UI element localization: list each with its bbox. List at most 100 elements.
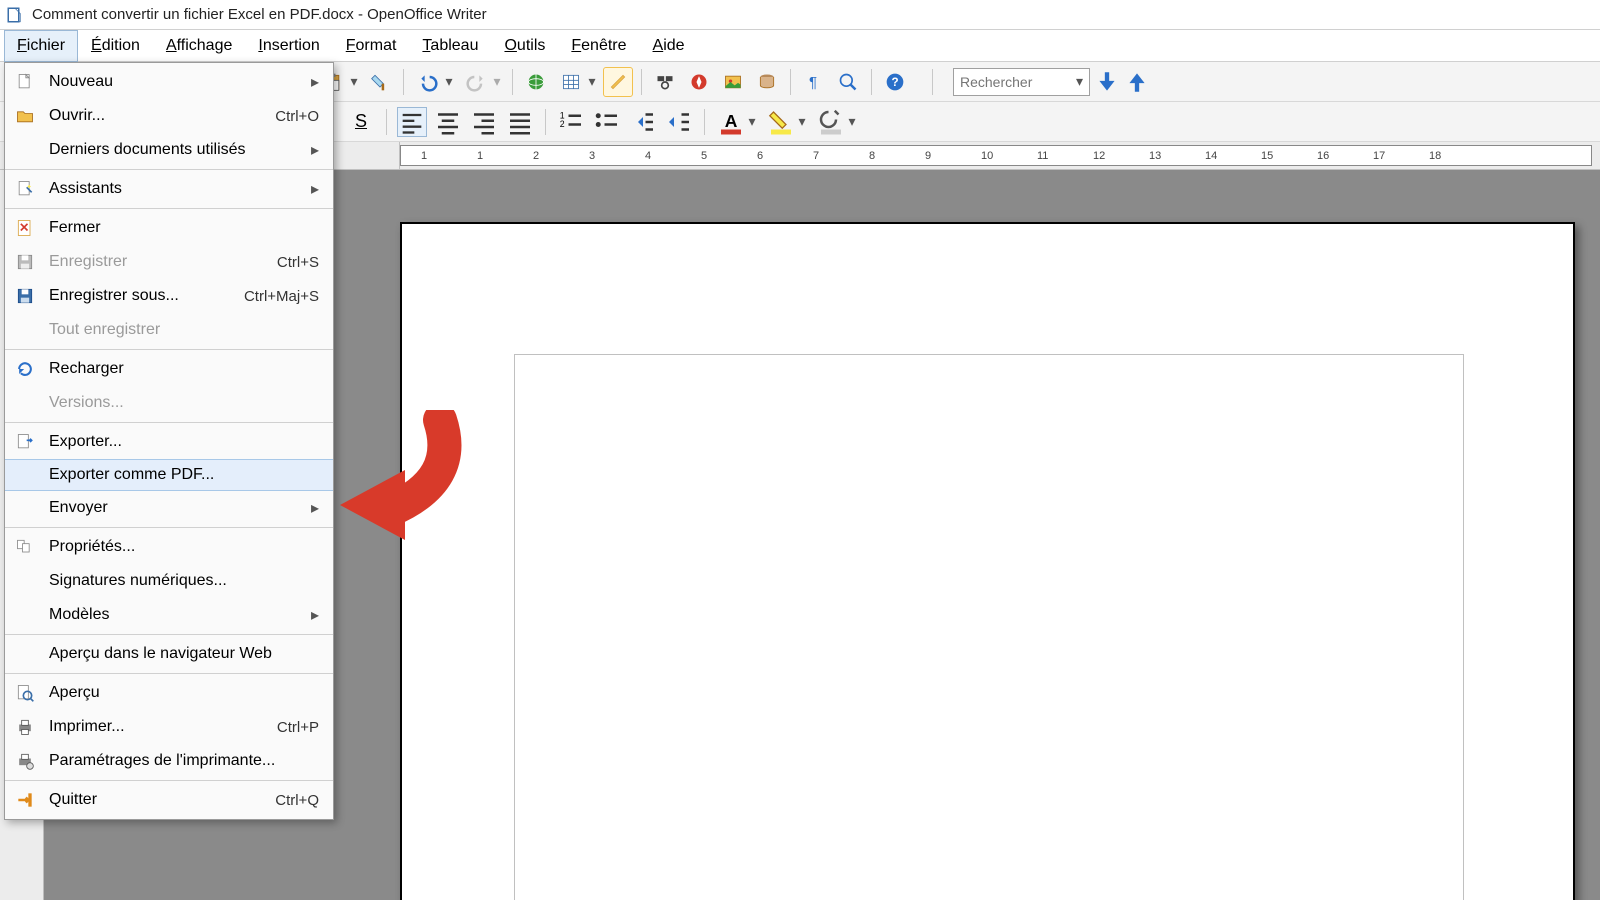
ruler-tick: 1: [421, 150, 427, 162]
increase-indent-button[interactable]: [664, 107, 694, 137]
background-color-button[interactable]: ▾: [815, 106, 859, 138]
help-icon[interactable]: ?: [880, 67, 910, 97]
ruler-tick: 4: [645, 150, 651, 162]
file-menu-item[interactable]: Aperçu dans le navigateur Web: [5, 637, 333, 671]
file-menu-item[interactable]: Fermer: [5, 211, 333, 245]
data-sources-icon[interactable]: [752, 67, 782, 97]
ruler-tick: 7: [813, 150, 819, 162]
ruler-tick: 2: [533, 150, 539, 162]
ruler-tick: 5: [701, 150, 707, 162]
save-as-icon: [13, 284, 37, 308]
new-icon: [13, 70, 37, 94]
file-menu-item[interactable]: Aperçu: [5, 676, 333, 710]
menu-format[interactable]: Format: [333, 30, 410, 62]
menu-insertion[interactable]: Insertion: [245, 30, 332, 62]
menu-item-label: Exporter comme PDF...: [49, 466, 319, 484]
blank-icon: [13, 463, 37, 487]
redo-button[interactable]: ▾: [460, 66, 504, 98]
file-menu-item[interactable]: Paramétrages de l'imprimante...: [5, 744, 333, 778]
format-paintbrush-icon[interactable]: [365, 67, 395, 97]
find-next-up-icon[interactable]: [1124, 69, 1150, 95]
menu-item-shortcut: Ctrl+Maj+S: [244, 288, 319, 305]
reload-icon: [13, 357, 37, 381]
menu-item-label: Enregistrer sous...: [49, 287, 232, 305]
file-menu-item[interactable]: Ouvrir...Ctrl+O: [5, 99, 333, 133]
printer-settings-icon: [13, 749, 37, 773]
submenu-arrow-icon: ▸: [311, 605, 319, 625]
menu-affichage[interactable]: Affichage: [153, 30, 245, 62]
zoom-icon[interactable]: [833, 67, 863, 97]
submenu-arrow-icon: ▸: [311, 179, 319, 199]
file-menu-item[interactable]: Derniers documents utilisés▸: [5, 133, 333, 167]
navigator-icon[interactable]: [684, 67, 714, 97]
window-title: Comment convertir un fichier Excel en PD…: [32, 6, 487, 23]
svg-text:¶: ¶: [809, 74, 817, 91]
menu-item-label: Aperçu dans le navigateur Web: [49, 645, 319, 663]
bullet-list-button[interactable]: [592, 107, 622, 137]
file-menu-item[interactable]: Signatures numériques...: [5, 564, 333, 598]
file-menu-item[interactable]: Assistants▸: [5, 172, 333, 206]
decrease-indent-button[interactable]: [628, 107, 658, 137]
menu-fenêtre[interactable]: Fenêtre: [558, 30, 639, 62]
separator: [545, 109, 546, 135]
align-center-button[interactable]: [433, 107, 463, 137]
file-menu-item[interactable]: Propriétés...: [5, 530, 333, 564]
hyperlink-icon[interactable]: [521, 67, 551, 97]
align-left-button[interactable]: [397, 107, 427, 137]
menu-outils[interactable]: Outils: [491, 30, 558, 62]
file-menu-item[interactable]: Exporter comme PDF...: [5, 459, 333, 491]
underline-button[interactable]: S: [346, 107, 376, 137]
file-menu-item[interactable]: Enregistrer sous... Ctrl+Maj+S: [5, 279, 333, 313]
menu-tableau[interactable]: Tableau: [409, 30, 491, 62]
file-menu-item[interactable]: Exporter...: [5, 425, 333, 459]
file-menu-item[interactable]: QuitterCtrl+Q: [5, 783, 333, 817]
menu-separator: [5, 527, 333, 528]
preview-icon: [13, 681, 37, 705]
menu-item-label: Signatures numériques...: [49, 572, 319, 590]
menu-separator: [5, 208, 333, 209]
blank-icon: [13, 138, 37, 162]
menu-item-label: Modèles: [49, 606, 299, 624]
ruler-tick: 14: [1205, 150, 1217, 162]
file-menu-item[interactable]: Modèles ▸: [5, 598, 333, 632]
svg-text:?: ?: [891, 76, 898, 89]
ruler-tick: 16: [1317, 150, 1329, 162]
ruler-tick: 17: [1373, 150, 1385, 162]
blank-icon: [13, 496, 37, 520]
search-input[interactable]: [960, 74, 1070, 90]
find-replace-icon[interactable]: [650, 67, 680, 97]
menu-bar: FichierÉditionAffichageInsertionFormatTa…: [0, 30, 1600, 62]
file-menu-item[interactable]: Nouveau▸: [5, 65, 333, 99]
gallery-icon[interactable]: [718, 67, 748, 97]
menu-item-label: Derniers documents utilisés: [49, 141, 299, 159]
undo-button[interactable]: ▾: [412, 66, 456, 98]
blank-icon: [13, 603, 37, 627]
text-frame[interactable]: [514, 354, 1464, 900]
align-right-button[interactable]: [469, 107, 499, 137]
menu-separator: [5, 422, 333, 423]
menu-item-label: Ouvrir...: [49, 107, 263, 125]
menu-fichier[interactable]: Fichier: [4, 30, 78, 62]
menu-item-label: Quitter: [49, 791, 263, 809]
show-draw-icon[interactable]: [603, 67, 633, 97]
numbered-list-button[interactable]: 12: [556, 107, 586, 137]
menu-item-label: Versions...: [49, 394, 319, 412]
export-icon: [13, 430, 37, 454]
file-menu-item[interactable]: Recharger: [5, 352, 333, 386]
font-color-button[interactable]: A▾: [715, 106, 759, 138]
nonprinting-chars-icon[interactable]: ¶: [799, 67, 829, 97]
document-page[interactable]: [400, 222, 1575, 900]
menu-item-label: Exporter...: [49, 433, 319, 451]
menu-aide[interactable]: Aide: [640, 30, 698, 62]
table-button[interactable]: ▾: [555, 66, 599, 98]
align-justify-button[interactable]: [505, 107, 535, 137]
find-next-down-icon[interactable]: [1094, 69, 1120, 95]
chevron-down-icon[interactable]: ▾: [1076, 73, 1083, 90]
file-menu-item: Tout enregistrer: [5, 313, 333, 347]
file-menu-item[interactable]: Imprimer...Ctrl+P: [5, 710, 333, 744]
app-logo-icon: [6, 6, 24, 24]
file-menu-item[interactable]: Envoyer▸: [5, 491, 333, 525]
highlight-color-button[interactable]: ▾: [765, 106, 809, 138]
search-field[interactable]: ▾: [953, 68, 1090, 96]
menu-édition[interactable]: Édition: [78, 30, 153, 62]
